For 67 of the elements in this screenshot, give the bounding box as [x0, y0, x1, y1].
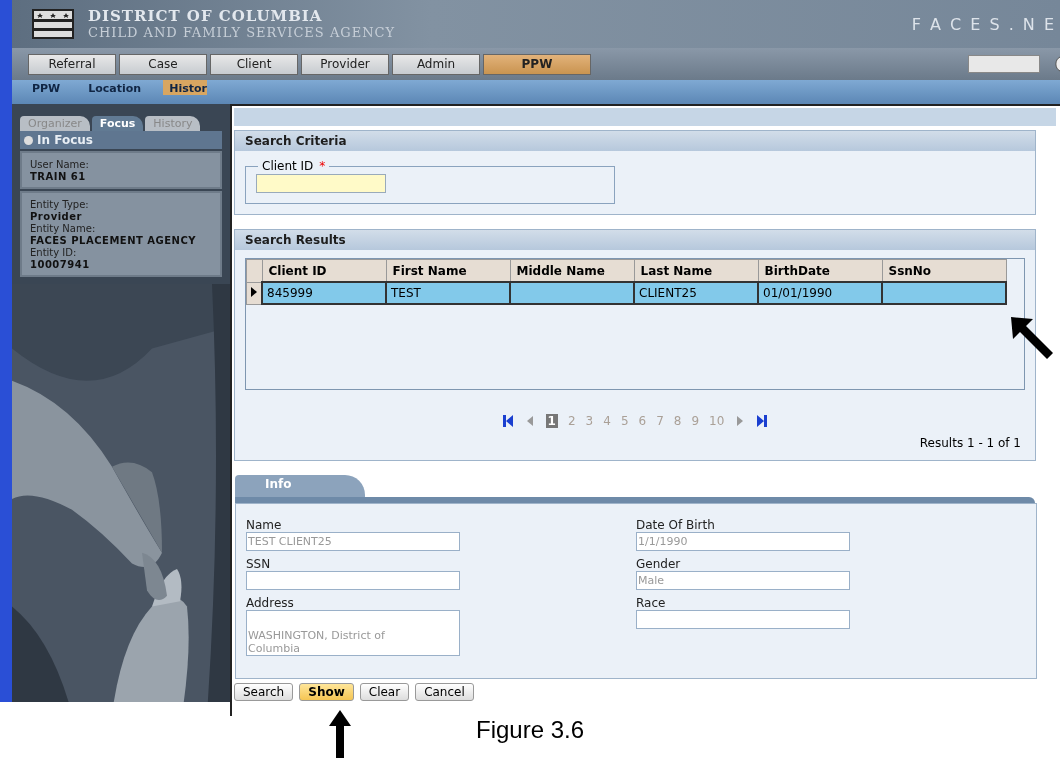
menu-tab[interactable]: Referral [28, 53, 116, 75]
breadcrumb-item[interactable]: Location [82, 80, 164, 95]
address-field[interactable]: WASHINGTON, District of Columbia [246, 610, 460, 656]
menu-tab[interactable]: Admin [392, 53, 480, 75]
page-link[interactable]: 1 [545, 414, 558, 428]
last-page-icon[interactable] [756, 415, 769, 427]
table-cell: 845999 [262, 282, 386, 304]
quick-search-field[interactable] [968, 55, 1040, 73]
field-label: Client ID [262, 159, 314, 173]
agency-title: DISTRICT OF COLUMBIA [88, 7, 324, 25]
action-button[interactable]: Search [234, 683, 294, 701]
required-mark: * [319, 159, 326, 173]
column-header[interactable]: Middle Name [510, 259, 634, 282]
field-value: TRAIN 61 [30, 171, 87, 183]
field-label: Name [246, 518, 283, 532]
collapse-icon[interactable] [24, 135, 33, 145]
field-label: Entity Type: [30, 199, 90, 211]
column-header[interactable]: Last Name [634, 259, 758, 282]
flag-icon [32, 9, 74, 39]
field-label: User Name: [30, 159, 90, 171]
arrow-icon [329, 710, 351, 758]
field-value: WASHINGTON, District of Columbia [247, 629, 386, 655]
sidebar-tab[interactable]: Focus [91, 116, 144, 131]
column-header[interactable]: SsnNo [882, 259, 1006, 282]
field-value: Provider [30, 211, 83, 223]
field-value: Male [637, 574, 665, 587]
action-button[interactable]: Cancel [415, 683, 474, 701]
field-label: Address [246, 596, 295, 610]
table-cell: 01/01/1990 [758, 282, 882, 304]
breadcrumb-item[interactable]: Histor [163, 80, 207, 95]
menu-tab[interactable]: Provider [301, 53, 389, 75]
field-value: 10007941 [30, 259, 91, 271]
field-label: Date Of Birth [636, 518, 716, 532]
first-page-icon[interactable] [501, 415, 514, 427]
field-label: Entity ID: [30, 247, 78, 259]
input-field[interactable] [246, 571, 460, 590]
menu-tab[interactable]: PPW [483, 53, 591, 75]
field-value: FACES PLACEMENT AGENCY [30, 235, 198, 247]
results-count: Results 1 - 1 of 1 [919, 436, 1021, 450]
column-header[interactable]: Client ID [262, 259, 386, 282]
figure-caption: Figure 3.6 [476, 716, 585, 744]
field-label: SSN [246, 557, 272, 571]
action-button[interactable]: Show [299, 683, 354, 701]
table-cell: TEST [386, 282, 510, 304]
field-label: Race [636, 596, 667, 610]
panel-title: Search Results [235, 230, 1035, 250]
table-cell: CLIENT25 [634, 282, 758, 304]
arrow-icon [1011, 317, 1053, 359]
panel-title: Search Criteria [235, 131, 1035, 151]
field-value: TEST CLIENT25 [247, 535, 332, 548]
field-label: Gender [636, 557, 682, 571]
input-field[interactable]: TEST CLIENT25 [246, 532, 460, 551]
menu-tab[interactable]: Client [210, 53, 298, 75]
app-logo-text: F A C E S . N E [911, 14, 1056, 34]
field-label: Entity Name: [30, 223, 97, 235]
column-header[interactable]: First Name [386, 259, 510, 282]
input-field[interactable]: Male [636, 571, 850, 590]
section-title: In Focus [37, 133, 93, 147]
agency-subtitle: CHILD AND FAMILY SERVICES AGENCY [88, 24, 396, 41]
column-header[interactable]: BirthDate [758, 259, 882, 282]
input-field[interactable] [636, 610, 850, 629]
client-id-field[interactable] [256, 174, 386, 193]
table-row[interactable]: 845999 TEST CLIENT25 01/01/1990 [246, 282, 1006, 304]
action-button[interactable]: Clear [359, 683, 410, 701]
input-field[interactable]: 1/1/1990 [636, 532, 850, 551]
breadcrumb-item[interactable]: PPW [26, 80, 83, 95]
menu-tab[interactable]: Case [119, 53, 207, 75]
